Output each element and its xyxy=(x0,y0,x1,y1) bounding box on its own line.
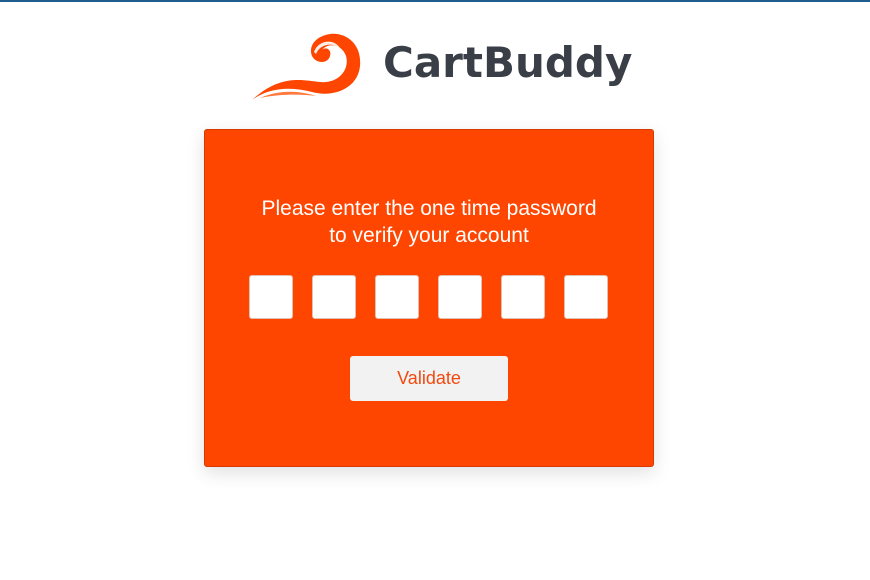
brand-name: CartBuddy xyxy=(383,38,633,87)
otp-digit-2-input[interactable] xyxy=(312,275,356,319)
otp-digit-6-input[interactable] xyxy=(564,275,608,319)
otp-digit-5-input[interactable] xyxy=(501,275,545,319)
top-border-bar xyxy=(0,0,870,2)
cartbuddy-logo: CartBuddy xyxy=(250,30,632,105)
otp-card: Please enter the one time password to ve… xyxy=(204,129,654,467)
validate-button[interactable]: Validate xyxy=(350,356,508,401)
flame-wave-logo-icon xyxy=(252,33,361,100)
otp-digit-3-input[interactable] xyxy=(375,275,419,319)
otp-prompt: Please enter the one time password to ve… xyxy=(205,195,653,249)
otp-digit-1-input[interactable] xyxy=(249,275,293,319)
otp-prompt-line-2: to verify your account xyxy=(329,224,529,247)
otp-prompt-line-1: Please enter the one time password xyxy=(261,197,597,220)
otp-digit-4-input[interactable] xyxy=(438,275,482,319)
otp-input-row xyxy=(249,275,611,321)
